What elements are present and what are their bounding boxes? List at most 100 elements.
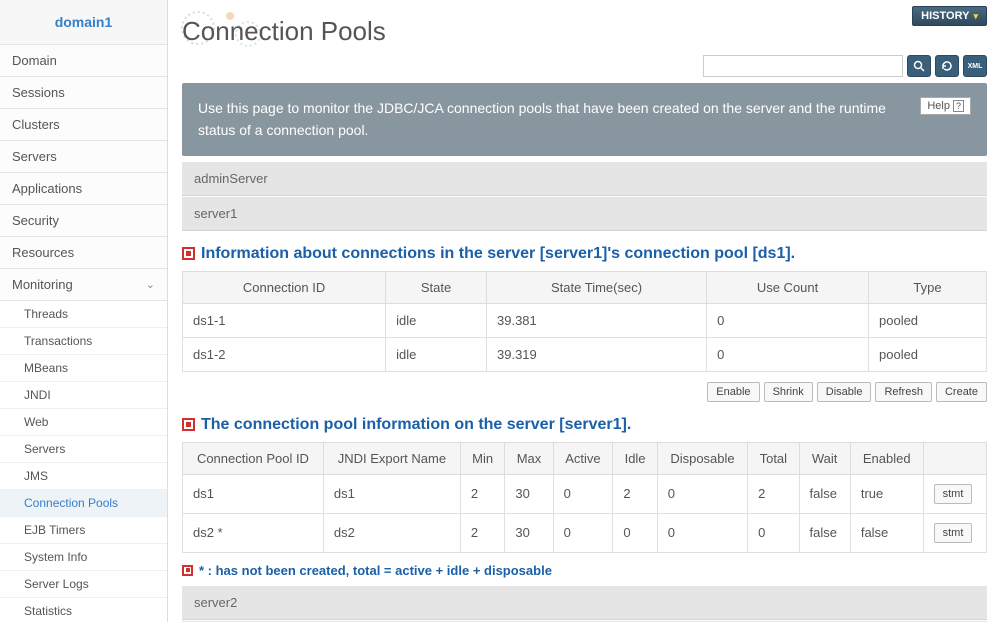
col-wait: Wait — [799, 442, 850, 474]
footnote-text: * : has not been created, total = active… — [199, 563, 552, 578]
refresh-button[interactable] — [935, 55, 959, 77]
cell: 0 — [613, 513, 657, 552]
cell: ds1-1 — [183, 303, 386, 337]
search-button[interactable] — [907, 55, 931, 77]
cell: ds1 — [323, 474, 460, 513]
cell: 2 — [748, 474, 799, 513]
cell: true — [850, 474, 923, 513]
main-content: HISTORY ▾ Connection Pools XML — [168, 0, 997, 622]
stmt-button[interactable]: stmt — [934, 523, 973, 543]
chevron-down-icon: ⌄ — [146, 278, 155, 291]
sub-servers[interactable]: Servers — [0, 436, 167, 463]
table-row[interactable]: ds1-1 idle 39.381 0 pooled — [183, 303, 987, 337]
monitoring-submenu: Threads Transactions MBeans JNDI Web Ser… — [0, 301, 167, 622]
search-icon — [913, 60, 925, 72]
connections-table: Connection ID State State Time(sec) Use … — [182, 271, 987, 372]
sub-mbeans[interactable]: MBeans — [0, 355, 167, 382]
sub-statistics[interactable]: Statistics — [0, 598, 167, 622]
search-input[interactable] — [703, 55, 903, 77]
server-row-admin[interactable]: adminServer — [182, 162, 987, 196]
cell: stmt — [923, 513, 986, 552]
pool-info-table: Connection Pool ID JNDI Export Name Min … — [182, 442, 987, 553]
cell: ds1 — [183, 474, 324, 513]
page-title-text: Connection Pools — [182, 16, 386, 46]
cell: 0 — [553, 513, 613, 552]
cell: pooled — [869, 303, 987, 337]
col-use-count: Use Count — [707, 271, 869, 303]
cell: ds2 — [323, 513, 460, 552]
section1-title-text: Information about connections in the ser… — [201, 245, 795, 263]
help-label: Help — [927, 100, 950, 112]
table-row[interactable]: ds1 ds1 2 30 0 2 0 2 false true stmt — [183, 474, 987, 513]
cell: false — [850, 513, 923, 552]
server-row-server1[interactable]: server1 — [182, 196, 987, 231]
section-icon — [182, 418, 195, 431]
cell: 30 — [505, 513, 553, 552]
nav-clusters[interactable]: Clusters — [0, 109, 167, 141]
cell: 0 — [657, 513, 747, 552]
nav-security[interactable]: Security — [0, 205, 167, 237]
sub-server-logs[interactable]: Server Logs — [0, 571, 167, 598]
col-max: Max — [505, 442, 553, 474]
sub-system-info[interactable]: System Info — [0, 544, 167, 571]
sub-connection-pools[interactable]: Connection Pools — [0, 490, 167, 517]
section2-title-text: The connection pool information on the s… — [201, 416, 631, 434]
nav-servers[interactable]: Servers — [0, 141, 167, 173]
create-button[interactable]: Create — [936, 382, 987, 402]
col-conn-id: Connection ID — [183, 271, 386, 303]
page-title: Connection Pools — [182, 16, 987, 47]
section2-title: The connection pool information on the s… — [182, 416, 987, 434]
enable-button[interactable]: Enable — [707, 382, 759, 402]
server-row-server2[interactable]: server2 — [182, 586, 987, 620]
col-enabled: Enabled — [850, 442, 923, 474]
cell: 0 — [707, 337, 869, 371]
cell: stmt — [923, 474, 986, 513]
col-type: Type — [869, 271, 987, 303]
table-row[interactable]: ds1-2 idle 39.319 0 pooled — [183, 337, 987, 371]
cell: 2 — [460, 474, 504, 513]
nav-resources[interactable]: Resources — [0, 237, 167, 269]
col-idle: Idle — [613, 442, 657, 474]
col-pool-id: Connection Pool ID — [183, 442, 324, 474]
cell: 2 — [460, 513, 504, 552]
cell: 0 — [748, 513, 799, 552]
col-state-time: State Time(sec) — [487, 271, 707, 303]
nav-monitoring[interactable]: Monitoring ⌄ — [0, 269, 167, 301]
help-button[interactable]: Help ? — [920, 97, 971, 115]
disable-button[interactable]: Disable — [817, 382, 872, 402]
xml-button[interactable]: XML — [963, 55, 987, 77]
info-banner: Use this page to monitor the JDBC/JCA co… — [182, 83, 987, 156]
sub-ejb-timers[interactable]: EJB Timers — [0, 517, 167, 544]
cell: 0 — [657, 474, 747, 513]
table-row[interactable]: ds2 * ds2 2 30 0 0 0 0 false false stmt — [183, 513, 987, 552]
domain-name[interactable]: domain1 — [0, 0, 167, 45]
section-icon — [182, 247, 195, 260]
section-icon — [182, 565, 193, 576]
cell: idle — [386, 303, 487, 337]
nav-monitoring-label: Monitoring — [12, 277, 73, 292]
sub-threads[interactable]: Threads — [0, 301, 167, 328]
sub-web[interactable]: Web — [0, 409, 167, 436]
refresh-action-button[interactable]: Refresh — [875, 382, 932, 402]
col-total: Total — [748, 442, 799, 474]
footnote: * : has not been created, total = active… — [182, 563, 987, 578]
shrink-button[interactable]: Shrink — [764, 382, 813, 402]
help-icon: ? — [953, 100, 964, 112]
sub-jms[interactable]: JMS — [0, 463, 167, 490]
nav-domain[interactable]: Domain — [0, 45, 167, 77]
col-disposable: Disposable — [657, 442, 747, 474]
stmt-button[interactable]: stmt — [934, 484, 973, 504]
cell: false — [799, 474, 850, 513]
sub-transactions[interactable]: Transactions — [0, 328, 167, 355]
col-state: State — [386, 271, 487, 303]
cell: 0 — [553, 474, 613, 513]
sub-jndi[interactable]: JNDI — [0, 382, 167, 409]
col-jndi: JNDI Export Name — [323, 442, 460, 474]
nav-applications[interactable]: Applications — [0, 173, 167, 205]
action-buttons: Enable Shrink Disable Refresh Create — [182, 382, 987, 402]
sidebar: domain1 Domain Sessions Clusters Servers… — [0, 0, 168, 622]
nav-sessions[interactable]: Sessions — [0, 77, 167, 109]
cell: 30 — [505, 474, 553, 513]
cell: ds2 * — [183, 513, 324, 552]
section1-title: Information about connections in the ser… — [182, 245, 987, 263]
